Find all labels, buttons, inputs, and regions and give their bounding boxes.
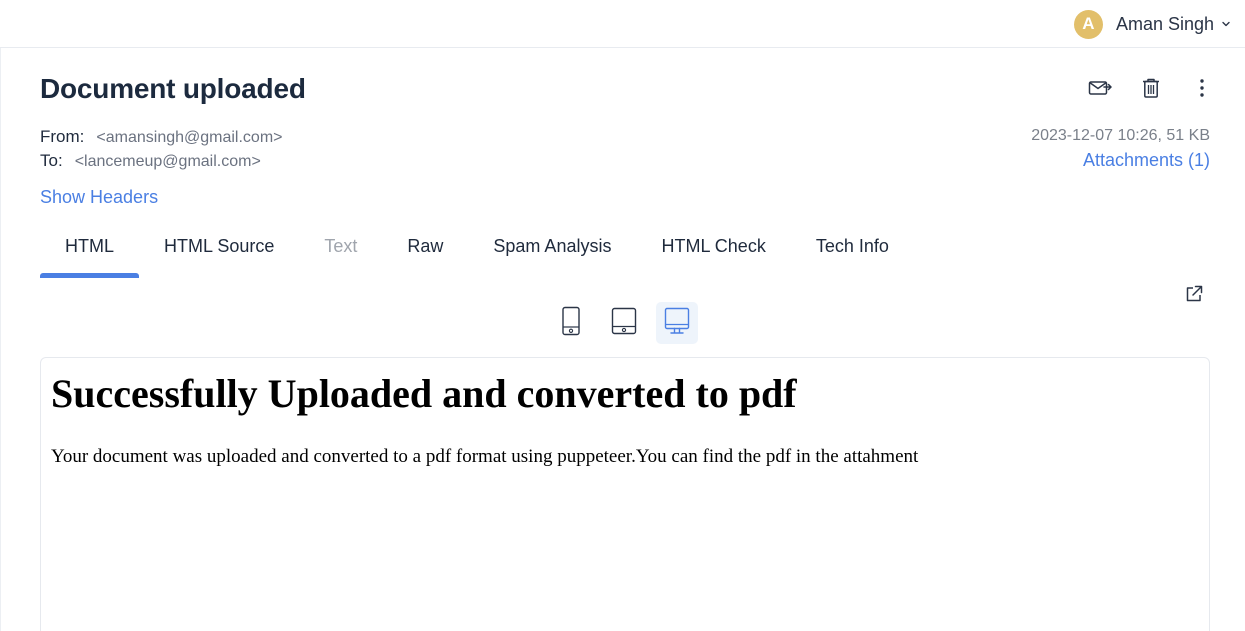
to-label: To: (40, 151, 63, 170)
delete-button[interactable] (1136, 76, 1166, 104)
open-in-new-window-button[interactable] (1183, 285, 1205, 307)
tablet-view-button[interactable] (603, 302, 645, 344)
forward-mail-icon (1088, 78, 1112, 103)
tab-label: HTML Source (164, 236, 275, 256)
view-tabs: HTML HTML Source Text Raw Spam Analysis … (40, 233, 914, 278)
tab-html-source[interactable]: HTML Source (139, 233, 299, 278)
panel-border (0, 48, 1, 631)
from-address: <amansingh@gmail.com> (96, 129, 283, 146)
tab-raw[interactable]: Raw (382, 233, 468, 278)
message-actions (1064, 76, 1217, 104)
show-headers-link[interactable]: Show Headers (40, 187, 158, 208)
desktop-icon (664, 307, 690, 340)
more-vertical-icon (1199, 78, 1205, 103)
mobile-view-button[interactable] (550, 302, 592, 344)
preview-body: Your document was uploaded and converted… (51, 446, 919, 467)
device-preview-toggle (550, 302, 709, 344)
tablet-icon (611, 307, 637, 340)
active-tab-indicator (40, 273, 139, 278)
chevron-down-icon (1221, 19, 1231, 29)
attachments-link[interactable]: Attachments (1) (1083, 150, 1210, 171)
tab-label: Tech Info (815, 236, 889, 256)
user-menu[interactable]: A Aman Singh (1073, 9, 1231, 39)
desktop-view-button[interactable] (656, 302, 698, 344)
tab-label: Text (324, 236, 358, 256)
more-options-button[interactable] (1187, 76, 1217, 104)
external-link-icon (1185, 285, 1203, 308)
to-row: To: <lancemeup@gmail.com> (40, 151, 261, 171)
from-label: From: (40, 127, 85, 146)
tab-html-check[interactable]: HTML Check (636, 233, 790, 278)
message-date-size: 2023-12-07 10:26, 51 KB (1031, 127, 1210, 144)
tab-text[interactable]: Text (299, 233, 382, 278)
html-preview-frame: Successfully Uploaded and converted to p… (40, 357, 1210, 631)
tab-label: HTML Check (661, 236, 766, 256)
tab-label: Raw (407, 236, 444, 256)
user-name: Aman Singh (1115, 13, 1214, 34)
from-row: From: <amansingh@gmail.com> (40, 127, 283, 147)
mobile-icon (561, 306, 581, 341)
message-subject: Document uploaded (40, 73, 306, 104)
forward-button[interactable] (1085, 76, 1115, 104)
to-address: <lancemeup@gmail.com> (74, 153, 261, 170)
preview-heading: Successfully Uploaded and converted to p… (51, 371, 797, 416)
tab-spam-analysis[interactable]: Spam Analysis (468, 233, 636, 278)
tab-label: HTML (65, 236, 114, 256)
tab-tech-info[interactable]: Tech Info (791, 233, 914, 278)
tab-html[interactable]: HTML (40, 233, 139, 278)
avatar: A (1073, 9, 1103, 39)
top-bar: A Aman Singh (0, 0, 1245, 48)
trash-icon (1141, 77, 1161, 104)
tab-label: Spam Analysis (493, 236, 612, 256)
